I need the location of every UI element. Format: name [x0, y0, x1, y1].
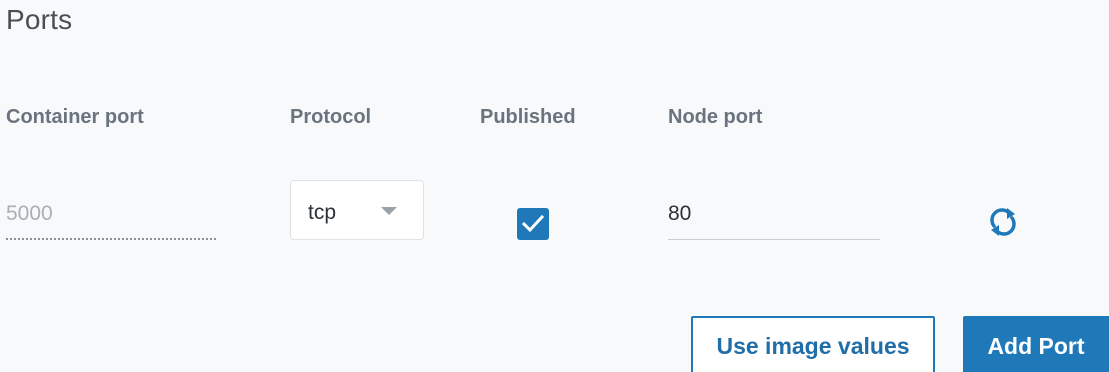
check-icon — [522, 214, 544, 233]
column-header-published: Published — [480, 106, 576, 128]
protocol-select[interactable]: tcp — [290, 180, 424, 240]
ports-panel: Ports Container port Protocol Published … — [0, 0, 1109, 372]
container-port-value: 5000 — [6, 202, 53, 225]
section-title: Ports — [6, 4, 73, 35]
node-port-input[interactable]: 80 — [668, 194, 880, 240]
node-port-value: 80 — [668, 202, 692, 225]
column-header-container-port: Container port — [6, 106, 144, 128]
column-header-node-port: Node port — [668, 106, 763, 128]
add-port-button[interactable]: Add Port — [963, 316, 1109, 372]
use-image-values-button[interactable]: Use image values — [691, 316, 935, 372]
protocol-selected-value: tcp — [308, 201, 337, 224]
refresh-icon[interactable] — [985, 204, 1021, 240]
column-header-protocol: Protocol — [290, 106, 372, 128]
container-port-field: 5000 — [6, 194, 216, 240]
published-checkbox[interactable] — [517, 208, 549, 240]
chevron-down-icon — [381, 207, 397, 215]
